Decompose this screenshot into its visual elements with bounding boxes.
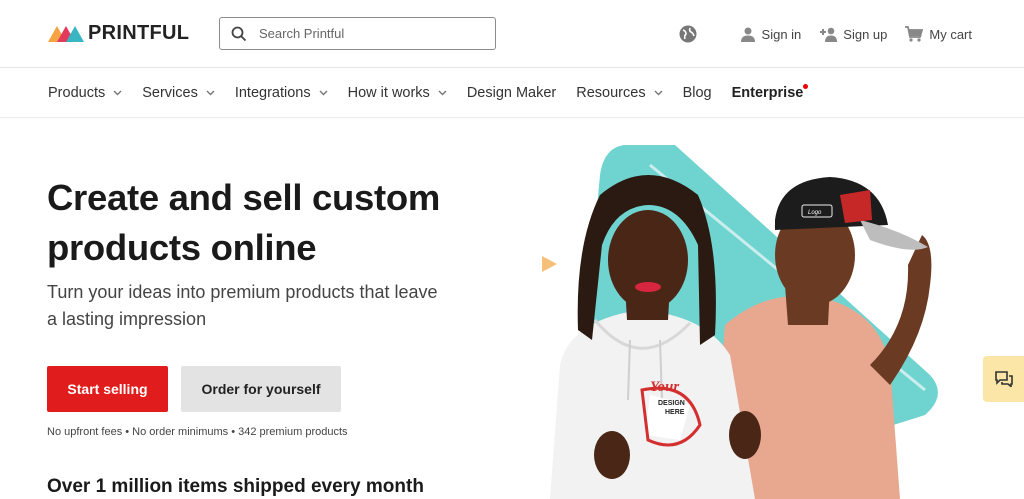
add-user-icon (820, 27, 838, 42)
printful-logo[interactable]: PRINTFUL (48, 22, 189, 44)
chevron-down-icon (113, 90, 122, 95)
nav-item-label: Enterprise (731, 84, 804, 101)
nav-item-blog[interactable]: Blog (683, 85, 712, 101)
models-illustration: Logo Your DESIGN HERE (550, 145, 938, 499)
nav-item-label: Products (48, 84, 106, 101)
order-for-yourself-button[interactable]: Order for yourself (181, 366, 341, 412)
nav-item-services[interactable]: Services (142, 85, 215, 101)
nav-item-label: Resources (576, 84, 646, 101)
hoodie-print-line-2: DESIGN (658, 400, 685, 407)
cart-label: My cart (929, 26, 972, 42)
start-selling-button[interactable]: Start selling (47, 366, 168, 412)
nav-item-label: Services (142, 84, 198, 101)
hoodie-print-line-1: Your (650, 379, 679, 395)
top-bar: PRINTFUL Sign in Sign up (0, 0, 1024, 68)
nav-item-label: Design Maker (466, 84, 557, 101)
account-actions: Sign in Sign up My cart (678, 22, 972, 46)
hoodie-print-line-3: HERE (665, 409, 685, 416)
chevron-down-icon (206, 90, 215, 95)
nav-item-integrations[interactable]: Integrations (235, 85, 328, 101)
chevron-down-icon (438, 90, 447, 95)
search-box[interactable] (219, 17, 496, 50)
nav-item-label: Integrations (234, 84, 311, 101)
search-input[interactable] (259, 26, 479, 41)
sign-in-link[interactable]: Sign in (740, 26, 802, 42)
hero-fine-print: No upfront fees • No order minimums • 34… (47, 426, 348, 438)
nav-item-label: How it works (347, 84, 430, 101)
cart-link[interactable]: My cart (905, 26, 972, 42)
cart-icon (905, 26, 924, 42)
chevron-down-icon (654, 90, 663, 95)
hero-title: Create and sell custom products online (47, 177, 441, 268)
hero-subtitle: Turn your ideas into premium products th… (47, 282, 438, 329)
hero-image: Logo Your DESIGN HERE (530, 135, 960, 499)
main-nav: Products Services Integrations How it wo… (0, 68, 1024, 118)
nav-item-design-maker[interactable]: Design Maker (467, 85, 556, 101)
logo-mark-icon (48, 26, 84, 42)
new-indicator-dot (803, 83, 809, 89)
user-icon (740, 27, 755, 42)
chat-button[interactable] (983, 356, 1024, 402)
search-icon (231, 26, 247, 41)
nav-item-enterprise[interactable]: Enterprise (731, 83, 809, 101)
nav-item-resources[interactable]: Resources (576, 84, 663, 101)
chat-icon (994, 371, 1013, 387)
nav-item-products[interactable]: Products (48, 85, 122, 101)
sign-up-label: Sign up (843, 26, 888, 42)
brand-name: PRINTFUL (88, 21, 190, 44)
cap-print-text: Logo (808, 210, 822, 216)
globe-icon[interactable] (678, 24, 698, 44)
sign-up-link[interactable]: Sign up (819, 26, 887, 42)
sign-in-label: Sign in (761, 26, 802, 42)
shipped-stat-heading: Over 1 million items shipped every month (47, 476, 424, 497)
chevron-down-icon (319, 90, 328, 95)
nav-item-how-it-works[interactable]: How it works (348, 85, 447, 101)
nav-item-label: Blog (682, 84, 712, 101)
